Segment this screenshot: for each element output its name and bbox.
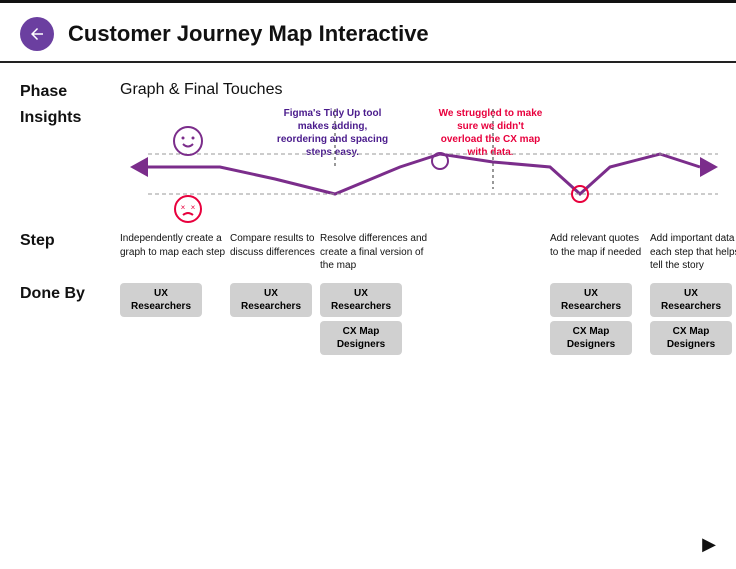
doneby-col-6: UXResearchers CX MapDesigners	[650, 283, 736, 355]
phase-label: Phase	[20, 81, 120, 101]
doneby-label: Done By	[20, 283, 120, 303]
doneby-content: UXResearchers UXResearchers UXResearcher…	[120, 283, 736, 355]
step-row: Step Independently create a graph to map…	[20, 232, 716, 273]
badge-6-1: UXResearchers	[650, 283, 732, 317]
badge-3-1: UXResearchers	[320, 283, 402, 317]
step-label: Step	[20, 232, 120, 250]
step-gap	[435, 232, 550, 273]
badge-5-2: CX MapDesigners	[550, 321, 632, 355]
step-5: Add relevant quotes to the map if needed	[550, 232, 650, 273]
doneby-col-3: UXResearchers CX MapDesigners	[320, 283, 435, 355]
insights-row: Insights Figma's Tidy Up tool makes addi…	[20, 107, 716, 224]
svg-text:×: ×	[181, 203, 186, 212]
page-title: Customer Journey Map Interactive	[68, 21, 429, 47]
badge-5-1: UXResearchers	[550, 283, 632, 317]
upper-journey-line	[148, 154, 700, 194]
step-1: Independently create a graph to map each…	[120, 232, 230, 273]
right-arrow-icon	[700, 157, 718, 177]
step-6: Add important data to each step that hel…	[650, 232, 736, 273]
badge-6-2: CX MapDesigners	[650, 321, 732, 355]
doneby-col-5: UXResearchers CX MapDesigners	[550, 283, 650, 355]
phase-row: Phase Graph & Final Touches	[20, 81, 716, 101]
badge-2-1: UXResearchers	[230, 283, 312, 317]
back-icon	[28, 25, 46, 43]
doneby-col-2: UXResearchers	[230, 283, 320, 317]
doneby-row: Done By UXResearchers UXResearchers UXRe…	[20, 283, 716, 355]
header: Customer Journey Map Interactive	[0, 3, 736, 63]
journey-map-container: × ×	[120, 109, 736, 224]
step-2: Compare results to discuss differences	[230, 232, 320, 273]
journey-map-svg: × ×	[120, 109, 736, 224]
step-3: Resolve differences and create a final v…	[320, 232, 435, 273]
back-button[interactable]	[20, 17, 54, 51]
badge-1-1: UXResearchers	[120, 283, 202, 317]
phase-value: Graph & Final Touches	[120, 81, 282, 99]
insights-content: Figma's Tidy Up tool makes adding, reord…	[120, 107, 736, 224]
steps-container: Independently create a graph to map each…	[120, 232, 736, 273]
cursor-arrow: ▶	[702, 534, 716, 555]
content-area: Phase Graph & Final Touches Insights Fig…	[0, 63, 736, 355]
svg-text:×: ×	[191, 203, 196, 212]
left-arrow-icon	[130, 157, 148, 177]
doneby-col-1: UXResearchers	[120, 283, 230, 317]
insights-label: Insights	[20, 107, 120, 127]
badge-3-2: CX MapDesigners	[320, 321, 402, 355]
